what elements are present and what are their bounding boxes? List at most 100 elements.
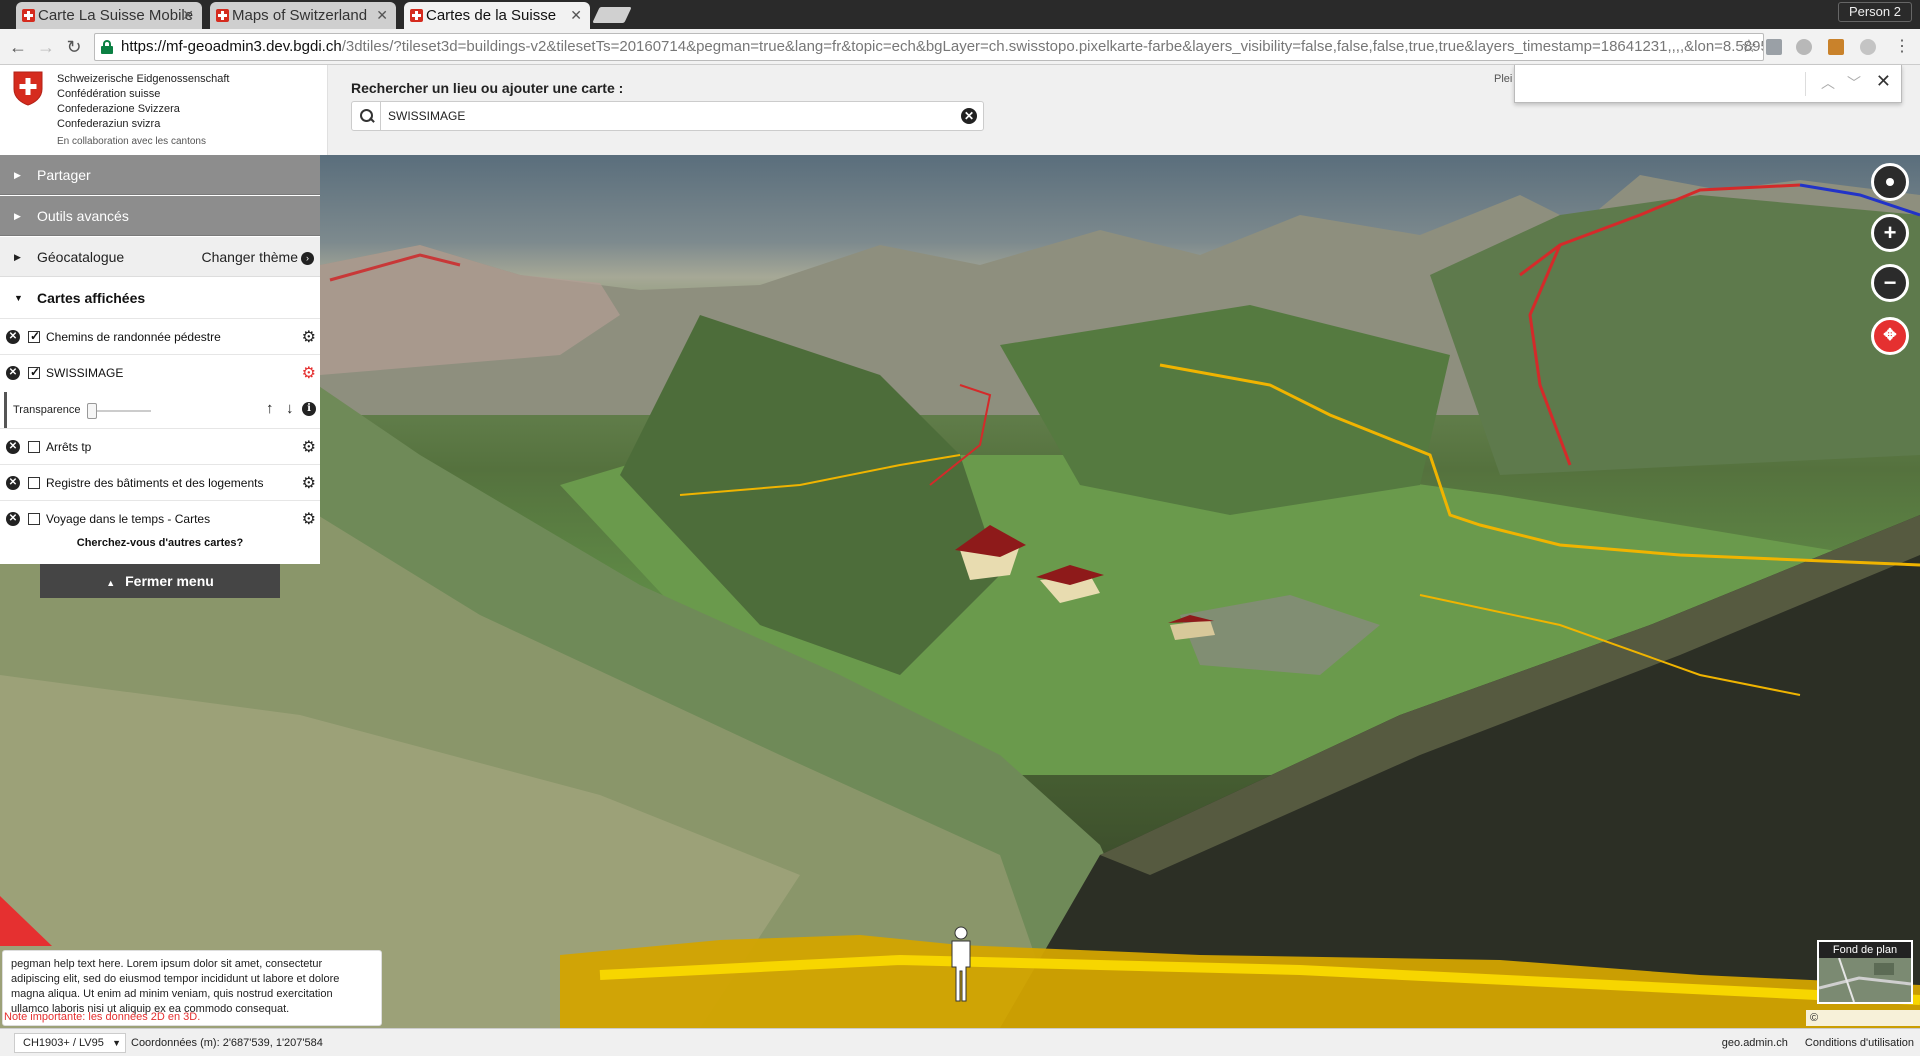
swiss-flag-icon: [410, 9, 423, 22]
remove-layer-icon[interactable]: ✕: [6, 330, 20, 344]
footer-link-terms[interactable]: Conditions d'utilisation: [1805, 1037, 1914, 1049]
zoom-in-button[interactable]: +: [1871, 214, 1909, 252]
browser-tab-2[interactable]: Maps of Switzerland ✕: [210, 2, 396, 29]
gear-icon-active[interactable]: ⚙: [302, 363, 316, 383]
browser-tab-bar: Carte La Suisse Mobile ✕ Maps of Switzer…: [0, 0, 1920, 29]
more-maps-link[interactable]: Cherchez-vous d'autres cartes?: [0, 537, 320, 549]
tab-title: Cartes de la Suisse: [426, 7, 557, 24]
forward-arrow-icon[interactable]: →: [36, 37, 56, 57]
change-theme-button[interactable]: Changer thème ›: [201, 237, 314, 277]
browser-tab-1[interactable]: Carte La Suisse Mobile ✕: [16, 2, 202, 29]
fullscreen-link-partial[interactable]: Plei: [1494, 73, 1512, 85]
layer-visibility-checkbox[interactable]: [28, 513, 40, 525]
coordinates-readout: Coordonnées (m): 2'687'539, 1'207'584: [131, 1037, 323, 1049]
projection-select[interactable]: CH1903+ / LV95 ▼: [14, 1033, 126, 1053]
remove-layer-icon[interactable]: ✕: [6, 512, 20, 526]
chevron-down-icon: ▼: [112, 1038, 121, 1048]
extension-key-icon[interactable]: [1828, 39, 1844, 55]
address-bar[interactable]: https://mf-geoadmin3.dev.bgdi.ch/3dtiles…: [94, 33, 1764, 61]
find-prev-icon[interactable]: ︿: [1821, 73, 1835, 93]
browser-tab-3-active[interactable]: Cartes de la Suisse ✕: [404, 2, 590, 29]
info-icon[interactable]: i: [302, 402, 316, 416]
accordion-geocatalog[interactable]: ▶ Géocatalogue Changer thème ›: [0, 237, 320, 277]
background-layer-switcher[interactable]: Fond de plan: [1817, 940, 1913, 1004]
close-icon[interactable]: ✕: [570, 2, 582, 29]
close-icon[interactable]: ✕: [182, 2, 194, 29]
pegman-help-text: pegman help text here. Lorem ipsum dolor…: [11, 958, 340, 1015]
close-menu-button[interactable]: ▲ Fermer menu: [40, 564, 280, 598]
reload-icon[interactable]: ↻: [64, 37, 84, 57]
search-icon[interactable]: [360, 109, 374, 123]
accordion-share[interactable]: ▶ Partager: [0, 155, 320, 195]
extension-u-icon[interactable]: [1766, 39, 1782, 55]
brand-block[interactable]: Schweizerische Eidgenossenschaft Confédé…: [0, 65, 328, 155]
remove-layer-icon[interactable]: ✕: [6, 366, 20, 380]
new-tab-button[interactable]: [592, 7, 632, 23]
layer-visibility-checkbox[interactable]: [28, 365, 40, 379]
red-corner-badge[interactable]: [0, 896, 52, 946]
layer-name: Registre des bâtiments et des logements: [46, 476, 264, 490]
tab-title: Carte La Suisse Mobile: [38, 7, 194, 24]
brand-line: Schweizerische Eidgenossenschaft: [57, 73, 230, 85]
background-layer-label: Fond de plan: [1819, 942, 1911, 958]
move-layer-up-icon[interactable]: ↑: [266, 400, 274, 417]
swiss-rotation-button[interactable]: ✥: [1871, 317, 1909, 355]
divider: [380, 102, 381, 130]
accordion-advanced-tools[interactable]: ▶ Outils avancés: [0, 196, 320, 236]
change-theme-label: Changer thème: [201, 249, 298, 265]
close-icon[interactable]: ✕: [376, 2, 388, 29]
move-layer-down-icon[interactable]: ↓: [286, 400, 294, 417]
extension-sync-icon[interactable]: [1860, 39, 1876, 55]
layer-row: ✕ Voyage dans le temps - Cartes ⚙: [0, 500, 320, 536]
chevron-right-icon: ▶: [14, 252, 21, 262]
search-input[interactable]: [388, 105, 948, 127]
arrow-circle-icon: ›: [301, 251, 314, 265]
gear-icon[interactable]: ⚙: [302, 437, 316, 457]
find-in-page-bar: ︿ ﹀ ✕: [1514, 65, 1902, 103]
extension-puzzle-icon[interactable]: [1796, 39, 1812, 55]
find-close-icon[interactable]: ✕: [1876, 71, 1891, 92]
accordion-label: Géocatalogue: [37, 249, 125, 265]
slider-thumb[interactable]: [87, 403, 97, 419]
geolocate-button[interactable]: [1871, 163, 1909, 201]
important-note: Note importante: les données 2D en 3D.: [4, 1011, 201, 1023]
gear-icon[interactable]: ⚙: [302, 473, 316, 493]
swiss-flag-icon: [22, 9, 35, 22]
menu-dots-icon[interactable]: ⋮: [1892, 37, 1912, 57]
transparency-label: Transparence: [13, 404, 81, 416]
layer-visibility-checkbox[interactable]: [28, 441, 40, 453]
accordion-displayed-maps[interactable]: ▼ Cartes affichées: [0, 278, 320, 318]
footer-link-geoadmin[interactable]: geo.admin.ch: [1722, 1037, 1788, 1049]
profile-button[interactable]: Person 2: [1837, 2, 1912, 22]
brand-collab: En collaboration avec les cantons: [57, 136, 206, 147]
zoom-out-button[interactable]: −: [1871, 264, 1909, 302]
browser-toolbar: ← → ↻ https://mf-geoadmin3.dev.bgdi.ch/3…: [0, 29, 1920, 65]
remove-layer-icon[interactable]: ✕: [6, 476, 20, 490]
clear-search-icon[interactable]: ✕: [961, 108, 977, 124]
accordion-label: Cartes affichées: [37, 290, 146, 306]
triangle-up-icon: ▲: [106, 578, 116, 588]
pegman-icon[interactable]: [946, 925, 976, 1003]
layer-row: ✕ Chemins de randonnée pédestre ⚙: [0, 318, 320, 354]
remove-layer-icon[interactable]: ✕: [6, 440, 20, 454]
brand-line: Confederazione Svizzera: [57, 103, 180, 115]
gear-icon[interactable]: ⚙: [302, 509, 316, 529]
transparency-slider[interactable]: [87, 403, 151, 419]
layer-name: Voyage dans le temps - Cartes: [46, 512, 211, 526]
back-arrow-icon[interactable]: ←: [8, 37, 28, 57]
transparency-controls: Transparence ↑ ↓ i: [4, 392, 320, 428]
aerial-thumbnail: [1819, 958, 1911, 1002]
layer-name: Chemins de randonnée pédestre: [46, 330, 221, 344]
bookmark-star-icon[interactable]: ☆: [1741, 36, 1757, 57]
find-next-icon[interactable]: ﹀: [1847, 73, 1861, 93]
layer-visibility-checkbox[interactable]: [28, 477, 40, 489]
layer-name: SWISSIMAGE: [46, 366, 124, 380]
layer-visibility-checkbox[interactable]: [28, 329, 40, 343]
brand-line: Confédération suisse: [57, 88, 161, 100]
chevron-down-icon: ▼: [14, 293, 23, 303]
copyright-text: © Données:swisstopo: [1806, 1010, 1920, 1040]
minus-icon: −: [1883, 270, 1897, 295]
location-dot-icon: [1886, 178, 1894, 186]
compass-icon: ✥: [1883, 327, 1897, 344]
gear-icon[interactable]: ⚙: [302, 327, 316, 347]
